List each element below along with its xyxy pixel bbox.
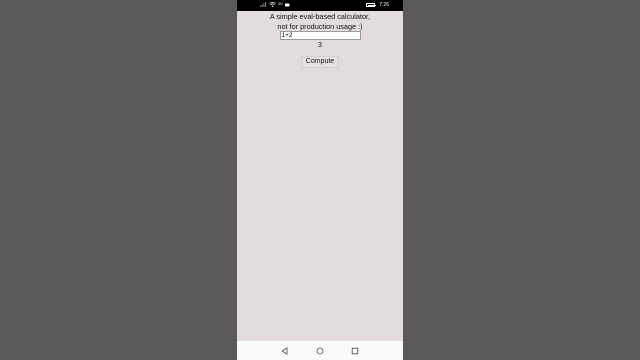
heading-line-1: A simple eval-based calculator, bbox=[269, 12, 371, 21]
recents-icon[interactable] bbox=[350, 346, 359, 355]
notification-icon bbox=[284, 3, 290, 6]
home-icon[interactable] bbox=[315, 346, 324, 355]
status-bar: 4G 7:26 bbox=[237, 0, 403, 11]
clock: 7:26 bbox=[379, 2, 389, 8]
calculator-form: A simple eval-based calculator, not for … bbox=[237, 12, 403, 68]
network-label: 4G bbox=[278, 1, 283, 6]
wifi-icon bbox=[269, 2, 276, 7]
expression-input[interactable] bbox=[279, 31, 361, 40]
compute-button[interactable]: Compute bbox=[301, 55, 339, 68]
status-left: 4G bbox=[260, 2, 290, 7]
battery-icon bbox=[366, 3, 376, 7]
back-icon[interactable] bbox=[280, 346, 289, 355]
result-text: 3 bbox=[318, 42, 322, 49]
phone-screen: 4G 7:26 A simple eval-based calculator, … bbox=[237, 0, 403, 360]
heading-line-2: not for production usage :) bbox=[277, 21, 363, 31]
signal-icon bbox=[260, 2, 267, 7]
navigation-bar bbox=[237, 341, 403, 360]
status-right: 7:26 bbox=[366, 2, 389, 8]
